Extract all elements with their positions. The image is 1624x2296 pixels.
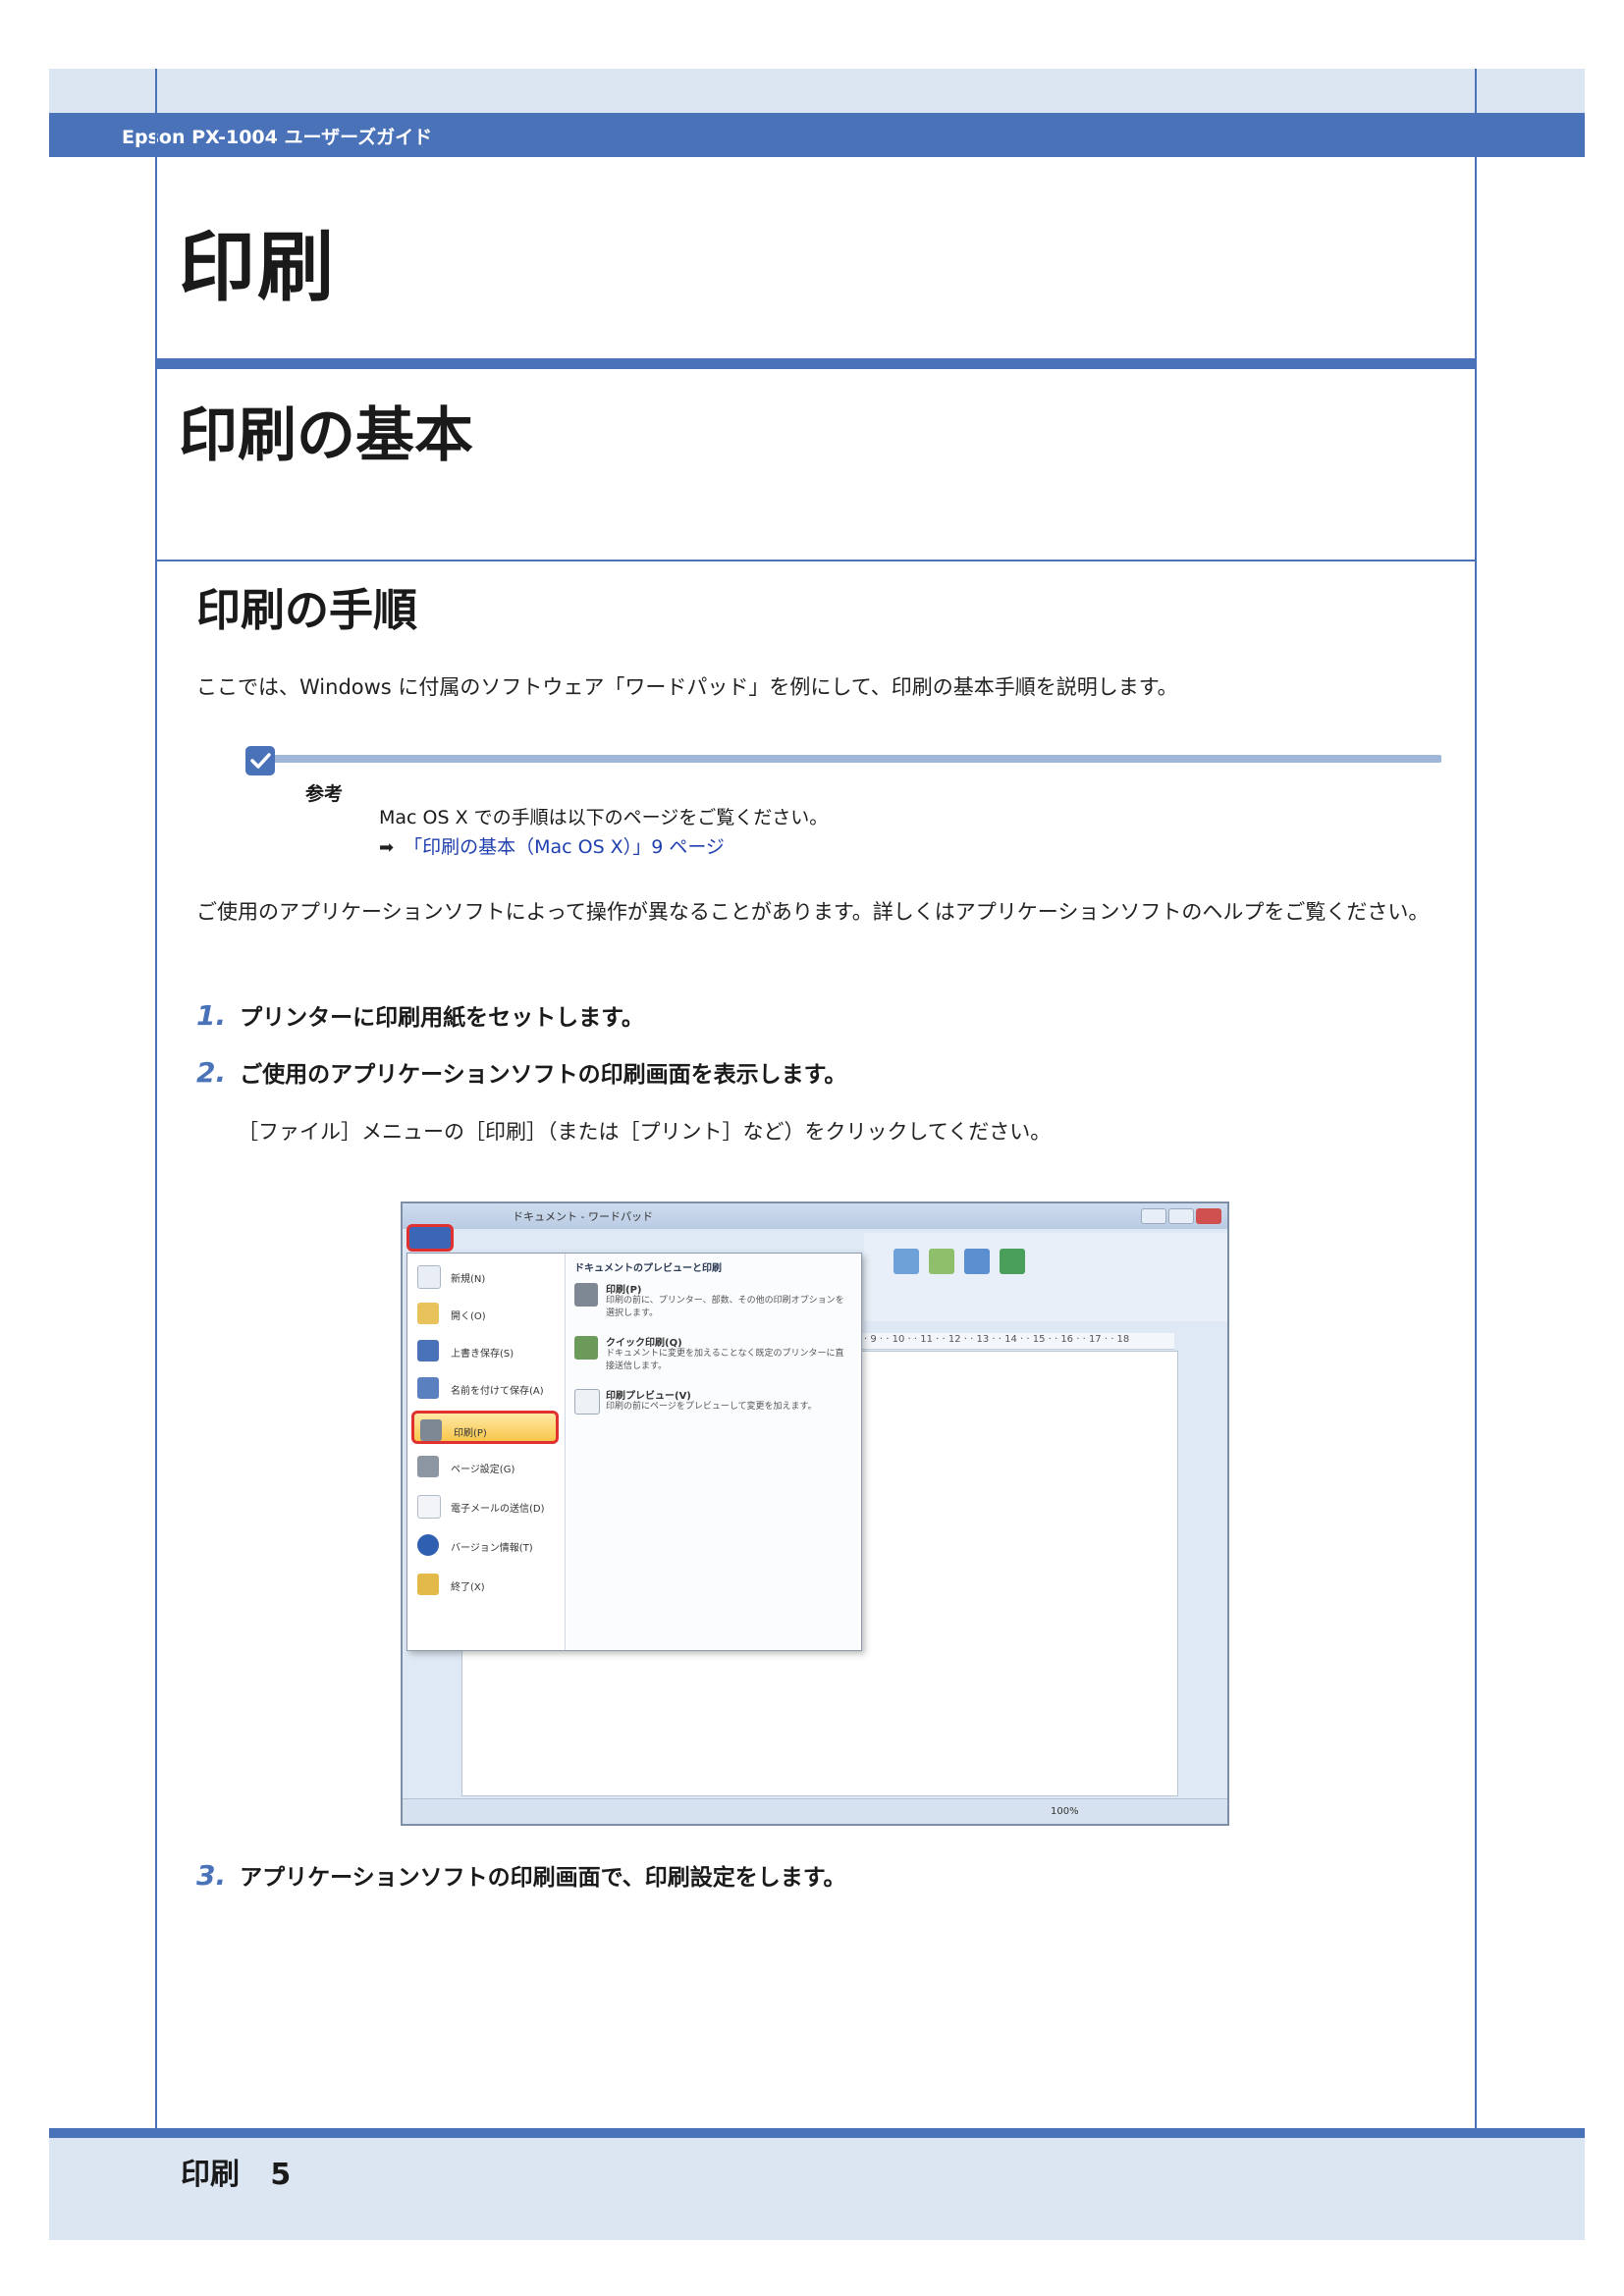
menu-item-open: 開く(O) [411,1297,559,1330]
menu-item-about: バージョン情報(T) [411,1528,559,1562]
chapter-title: 印刷 [179,224,337,312]
subsection-divider [157,560,1475,561]
save-as-icon [417,1377,439,1399]
menu-item-new: 新規(N) [411,1259,559,1293]
guide-title: Epson PX-1004 ユーザーズガイド [122,127,433,148]
status-bar: 100% [403,1798,1227,1824]
step-text: プリンターに印刷用紙をセットします。 [240,1005,644,1031]
menu-item-save-as: 名前を付けて保存(A) [411,1371,559,1405]
note-link-row: ➡ 「印刷の基本（Mac OS X）」9 ページ [379,832,725,863]
submenu-quick-print: クイック印刷(Q) ドキュメントに変更を加えることなく既定のプリンターに直接送信し… [572,1332,851,1381]
printer-icon [420,1419,442,1441]
window-title: ドキュメント - ワードパッド [513,1210,653,1223]
arrow-right-icon: ➡ [379,837,395,858]
subsection-title: 印刷の手順 [196,584,418,636]
step-number: 2. [196,1056,227,1089]
info-icon [417,1534,439,1556]
ruler: · 9 · · 10 · · 11 · · 12 · · 13 · · 14 ·… [860,1333,1174,1350]
close-icon [1196,1208,1221,1224]
wordpad-screenshot: ドキュメント - ワードパッド · 9 · · 10 · · 11 · · 12… [401,1201,1229,1826]
section-title: 印刷の基本 [179,401,473,470]
ruler-ticks: · 9 · · 10 · · 11 · · 12 · · 13 · · 14 ·… [864,1334,1130,1345]
step-2: 2. ご使用のアプリケーションソフトの印刷画面を表示します。 [196,1055,846,1089]
footer-chapter: 印刷 [181,2158,240,2192]
email-icon [417,1495,441,1519]
picture-icon [893,1249,919,1274]
folder-icon [417,1303,439,1324]
intro-paragraph: ここでは、Windows に付属のソフトウェア「ワードパッド」を例にして、印刷の… [196,675,1178,699]
page-number: 5 [270,2158,292,2192]
minimize-icon [1141,1208,1166,1224]
print-submenu: ドキュメントのプレビューと印刷 印刷(P) 印刷の前に、プリンター、部数、その他の… [567,1254,859,1650]
menu-item-page-setup: ページ設定(G) [411,1450,559,1483]
step-text: アプリケーションソフトの印刷画面で、印刷設定をします。 [240,1865,846,1891]
section-divider [157,358,1475,369]
new-document-icon [417,1265,441,1289]
step-number: 1. [196,999,227,1032]
left-margin-rule [155,69,157,2240]
step-text: ご使用のアプリケーションソフトの印刷画面を表示します。 [240,1062,847,1088]
paint-icon [929,1249,954,1274]
maximize-icon [1168,1208,1194,1224]
save-icon [417,1340,439,1362]
zoom-level: 100% [1051,1806,1079,1817]
print-preview-icon [574,1389,600,1415]
step-1: 1. プリンターに印刷用紙をセットします。 [196,998,644,1032]
cross-reference-link[interactable]: 「印刷の基本（Mac OS X）」9 ページ [404,836,725,858]
file-menu-button [406,1224,454,1252]
printer-icon [574,1283,598,1307]
step-3: 3. アプリケーションソフトの印刷画面で、印刷設定をします。 [196,1858,845,1892]
application-note-paragraph: ご使用のアプリケーションソフトによって操作が異なることがあります。詳しくはアプリ… [196,900,1430,924]
submenu-header: ドキュメントのプレビューと印刷 [574,1263,722,1274]
submenu-print-preview: 印刷プレビュー(V) 印刷の前にページをプレビューして変更を加えます。 [572,1385,851,1434]
object-icon [1000,1249,1025,1274]
menu-item-exit: 終了(X) [411,1568,559,1601]
quick-print-icon [574,1336,598,1360]
header-band [49,69,1585,113]
file-menu: 新規(N) 開く(O) 上書き保存(S) 名前を付けて保存(A) 印刷(P) ペ… [406,1253,862,1651]
menu-item-print: 印刷(P) [411,1411,559,1444]
file-menu-commands: 新規(N) 開く(O) 上書き保存(S) 名前を付けて保存(A) 印刷(P) ペ… [407,1254,566,1650]
note-rule [267,755,1441,763]
note-label: 参考 [305,783,344,805]
ribbon [864,1233,1227,1321]
step-number: 3. [196,1859,227,1892]
checkmark-icon [245,746,275,775]
submenu-print: 印刷(P) 印刷の前に、プリンター、部数、その他の印刷オプションを選択します。 [572,1279,851,1328]
page-setup-icon [417,1456,439,1477]
footer: 印刷 5 [181,2150,291,2193]
step-2-description: ［ファイル］メニューの［印刷］（または［プリント］など）をクリックしてください。 [238,1120,1052,1144]
menu-item-save: 上書き保存(S) [411,1334,559,1367]
menu-item-send-email: 電子メールの送信(D) [411,1489,559,1522]
note-body: Mac OS X での手順は以下のページをご覧ください。 [379,807,829,828]
footer-rule [49,2128,1585,2138]
exit-icon [417,1574,439,1595]
calendar-icon [964,1249,990,1274]
right-margin-rule [1475,69,1477,2240]
